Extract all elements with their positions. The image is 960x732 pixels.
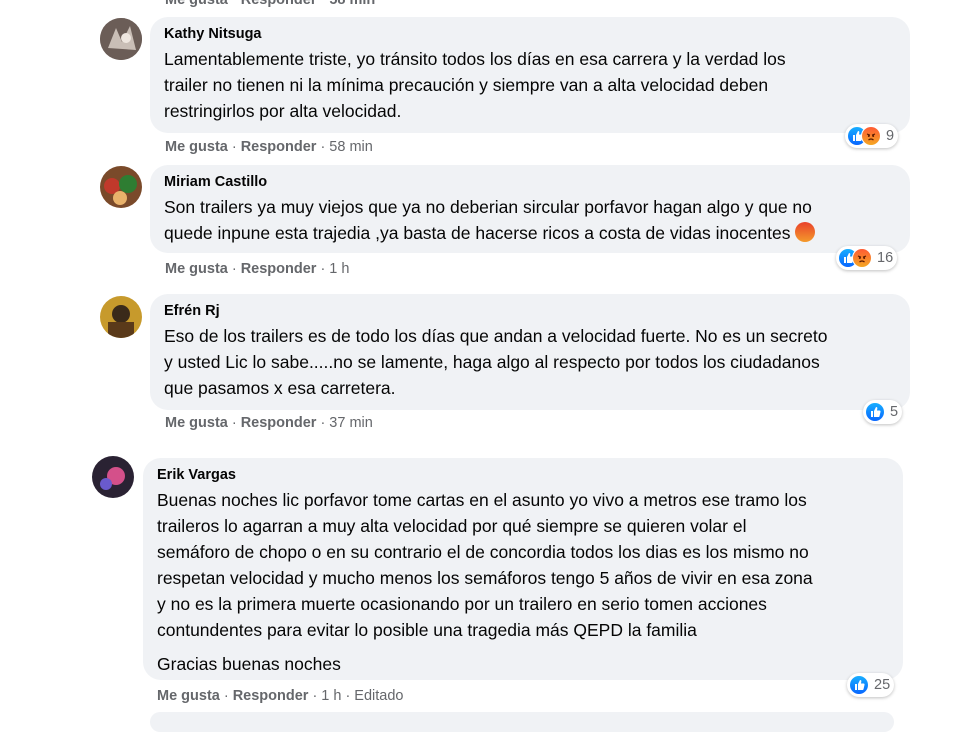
reaction-count: 9	[886, 128, 895, 144]
comment-bubble: Miriam Castillo Son trailers ya muy viej…	[150, 165, 910, 253]
previous-comment-actions: Me gusta · Responder · 58 min	[165, 0, 376, 8]
comment-time[interactable]: 58 min	[329, 139, 373, 155]
reaction-count: 5	[890, 404, 899, 420]
comment-bubble: Erik Vargas Buenas noches lic porfavor t…	[143, 458, 903, 680]
comment-line: que pasamos x esa carretera.	[164, 378, 396, 398]
commenter-name[interactable]: Efrén Rj	[164, 303, 896, 319]
comment-bubble: Kathy Nitsuga Lamentablemente triste, yo…	[150, 17, 910, 133]
comment-line: Eso de los trailers es de todo los días …	[164, 326, 828, 346]
like-button[interactable]: Me gusta	[157, 688, 220, 704]
comment-text: Lamentablemente triste, yo tránsito todo…	[164, 46, 896, 124]
like-button[interactable]: Me gusta	[165, 415, 228, 431]
comment-line: Buenas noches lic porfavor tome cartas e…	[157, 490, 807, 510]
comment-text: Eso de los trailers es de todo los días …	[164, 323, 896, 401]
like-icon	[849, 675, 869, 695]
comment-line: Gracias buenas noches	[157, 654, 341, 674]
avatar[interactable]	[92, 456, 134, 498]
comment-text: Son trailers ya muy viejos que ya no deb…	[164, 194, 896, 246]
angry-emoji-icon	[795, 222, 816, 242]
comment-actions: Me gusta · Responder · 1 h · Editado	[157, 688, 404, 704]
avatar-image	[100, 166, 142, 208]
angry-icon	[852, 248, 872, 268]
reaction-summary[interactable]: 25	[847, 673, 895, 697]
comment-line: contundentes para evitar lo posible una …	[157, 620, 697, 640]
comment-line: Lamentablemente triste, yo tránsito todo…	[164, 49, 786, 69]
commenter-name[interactable]: Miriam Castillo	[164, 174, 896, 190]
comment-line: traileros lo agarran a muy alta velocida…	[157, 516, 747, 536]
comment-time[interactable]: 1 h	[329, 261, 349, 277]
reaction-count: 16	[877, 250, 894, 266]
comment-line: Son trailers ya muy viejos que ya no deb…	[164, 197, 812, 217]
reaction-count: 25	[874, 677, 891, 693]
avatar[interactable]	[100, 166, 142, 208]
avatar-image	[92, 456, 134, 498]
reaction-summary[interactable]: 9	[845, 124, 899, 148]
comment-bubble: Efrén Rj Eso de los trailers es de todo …	[150, 294, 910, 410]
avatar-image	[100, 296, 142, 338]
reaction-summary[interactable]: 16	[836, 246, 898, 270]
comment-actions: Me gusta · Responder · 58 min	[165, 139, 373, 155]
comment-time[interactable]: 1 h	[321, 688, 341, 704]
commenter-name[interactable]: Erik Vargas	[157, 467, 889, 483]
comment-line: semáforo de chopo o en su contrario el d…	[157, 542, 809, 562]
reply-button[interactable]: Responder	[241, 139, 317, 155]
like-button[interactable]: Me gusta	[165, 139, 228, 155]
like-icon	[865, 402, 885, 422]
reply-button[interactable]: Responder	[241, 261, 317, 277]
edited-label: Editado	[354, 688, 404, 704]
comment-line-text: quede inpune esta trajedia ,ya basta de …	[164, 223, 791, 243]
comment-actions: Me gusta · Responder · 1 h	[165, 261, 350, 277]
comment-line: y no es la primera muerte ocasionando po…	[157, 594, 767, 614]
comment-actions: Me gusta · Responder · 37 min	[165, 415, 373, 431]
avatar[interactable]	[100, 18, 142, 60]
avatar[interactable]	[100, 296, 142, 338]
comment-time[interactable]: 37 min	[329, 415, 373, 431]
comment-line: restringirlos por alta velocidad.	[164, 101, 402, 121]
like-button[interactable]: Me gusta	[165, 261, 228, 277]
avatar-image	[100, 18, 142, 60]
comment-line: y usted Lic lo sabe.....no se lamente, h…	[164, 352, 820, 372]
commenter-name[interactable]: Kathy Nitsuga	[164, 26, 896, 42]
comment-line: quede inpune esta trajedia ,ya basta de …	[164, 220, 896, 246]
comment-line: trailer no tienen ni la mínima precaució…	[164, 75, 769, 95]
reaction-summary[interactable]: 5	[863, 400, 903, 424]
comment-text: Buenas noches lic porfavor tome cartas e…	[157, 487, 889, 677]
angry-icon	[861, 126, 881, 146]
comment-line: respetan velocidad y mucho menos los sem…	[157, 568, 813, 588]
next-comment-bubble	[150, 712, 894, 732]
reply-button[interactable]: Responder	[241, 415, 317, 431]
reply-button[interactable]: Responder	[233, 688, 309, 704]
